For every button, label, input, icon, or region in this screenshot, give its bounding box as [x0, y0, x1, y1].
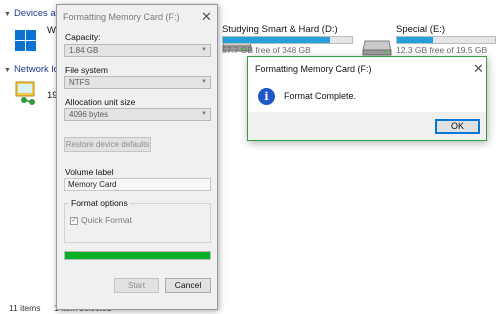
drive-d-usage-bar [222, 36, 353, 44]
restore-defaults-button[interactable]: Restore device defaults [64, 137, 151, 152]
volume-label-caption: Volume label [65, 167, 114, 177]
filesystem-label: File system [65, 65, 108, 75]
drive-e-usage-fill [397, 37, 434, 43]
network-section-header[interactable]: ▼ Network loc [4, 64, 64, 75]
drive-icon [14, 30, 44, 54]
capacity-select[interactable]: 1.84 GB ▼ [64, 44, 211, 57]
allocation-size-select[interactable]: 4096 bytes ▼ [64, 108, 211, 121]
chevron-down-icon: ▼ [201, 79, 207, 85]
chevron-down-icon: ▼ [201, 47, 207, 53]
start-button[interactable]: Start [114, 278, 159, 293]
format-progress-fill [65, 252, 210, 259]
filesystem-value: NTFS [69, 78, 90, 87]
allocation-size-value: 4096 bytes [69, 110, 109, 119]
chevron-down-icon: ▼ [201, 111, 207, 117]
quick-format-label: Quick Format [81, 215, 133, 225]
close-icon[interactable]: ✕ [473, 62, 484, 75]
network-computer-icon [14, 80, 42, 108]
information-icon: i [258, 88, 275, 105]
chevron-down-icon: ▼ [4, 67, 11, 74]
filesystem-select[interactable]: NTFS ▼ [64, 76, 211, 89]
capacity-value: 1.84 GB [69, 46, 99, 55]
quick-format-checkbox[interactable]: ✓ [70, 217, 78, 225]
format-dialog-title: Formatting Memory Card (F:) [63, 12, 180, 22]
drive-d-free-space: 57.7 GB free of 348 GB [222, 45, 311, 55]
volume-label-input[interactable]: Memory Card [64, 178, 211, 191]
format-options-title: Format options [69, 198, 130, 208]
message-box-title: Formatting Memory Card (F:) [255, 64, 372, 74]
hard-drive-icon [362, 38, 392, 58]
cancel-button[interactable]: Cancel [165, 278, 211, 293]
drive-e-free-space: 12.3 GB free of 19.5 GB [396, 45, 488, 55]
capacity-label: Capacity: [65, 32, 101, 42]
allocation-size-label: Allocation unit size [65, 97, 136, 107]
drive-d-usage-fill [223, 37, 331, 43]
message-box-footer: OK [248, 112, 486, 140]
format-options-group: Format options ✓ Quick Format [64, 198, 211, 243]
chevron-down-icon: ▼ [4, 11, 11, 18]
format-complete-dialog: Formatting Memory Card (F:) ✕ i Format C… [247, 56, 487, 141]
format-dialog: Formatting Memory Card (F:) ✕ Capacity: … [56, 4, 218, 310]
drive-e-name[interactable]: Special (E:) [396, 24, 445, 35]
drive-d-name[interactable]: Studying Smart & Hard (D:) [222, 24, 338, 35]
checkmark-icon: ✓ [71, 217, 77, 224]
format-progress-bar [64, 251, 211, 260]
close-icon[interactable]: ✕ [201, 10, 212, 23]
message-text: Format Complete. [284, 91, 357, 101]
drive-e-usage-bar [396, 36, 496, 44]
ok-button[interactable]: OK [435, 119, 480, 134]
status-item-count: 11 items [9, 303, 41, 313]
